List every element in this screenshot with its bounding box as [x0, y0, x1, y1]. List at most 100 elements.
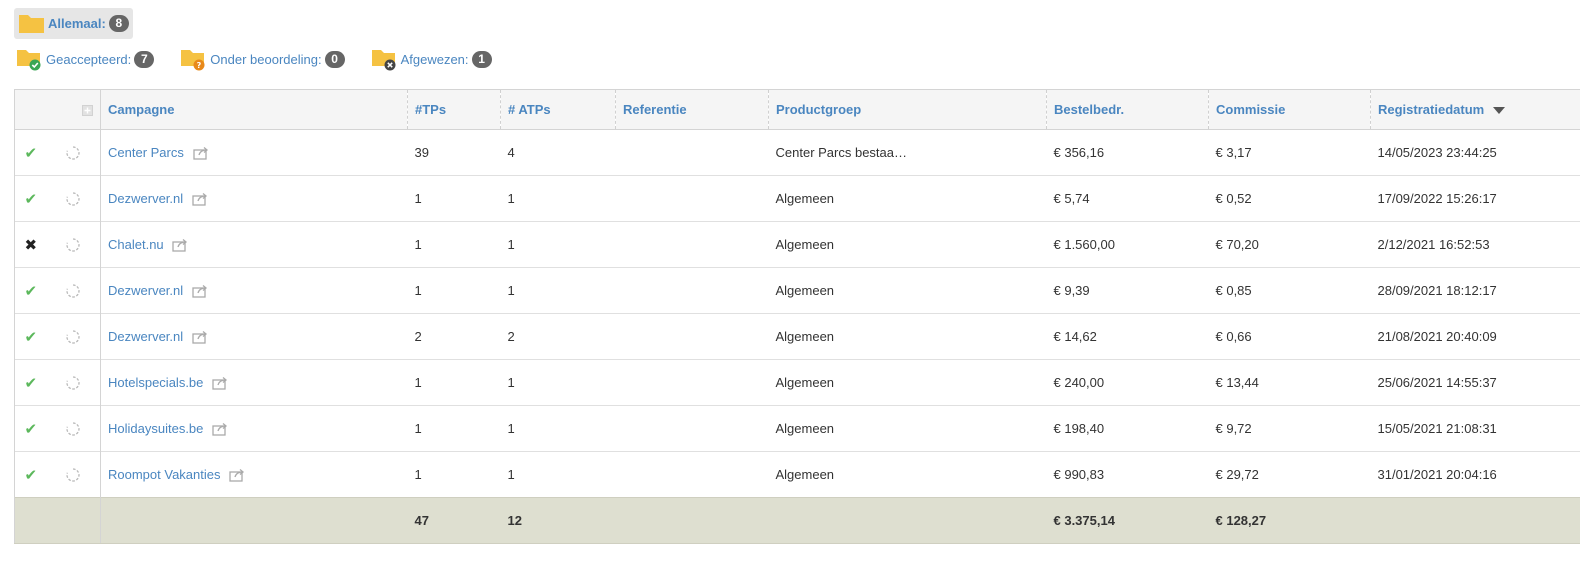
external-link-icon[interactable] [192, 284, 209, 298]
refresh-cell[interactable] [46, 451, 101, 498]
filter-under-review[interactable]: ? Onder beoordeling: 0 [178, 45, 346, 73]
col-header-regdate-label: Registratiedatum [1378, 102, 1485, 117]
commission-cell: € 0,52 [1215, 191, 1252, 206]
filter-bar-status: Geaccepteerd: 7 ? Onder beoordeling: 0 A… [14, 45, 494, 73]
col-header-reference[interactable]: Referentie [615, 89, 769, 130]
status-cell: ✖ [14, 221, 47, 268]
sort-desc-icon [1493, 107, 1506, 115]
commission-cell: € 9,72 [1215, 421, 1252, 436]
campaign-link[interactable]: Dezwerver.nl [108, 283, 183, 298]
atps-cell: 4 [507, 145, 515, 160]
campaign-link[interactable]: Dezwerver.nl [108, 329, 183, 344]
refresh-cell[interactable] [46, 405, 101, 452]
commission-cell: € 29,72 [1215, 467, 1259, 482]
refresh-icon[interactable] [65, 421, 81, 437]
campaign-link[interactable]: Center Parcs [108, 145, 184, 160]
refresh-icon[interactable] [65, 237, 81, 253]
reference-cell [616, 360, 769, 406]
table-header-row: Campagne #TPs # ATPs Referentie Productg… [14, 89, 1580, 130]
col-header-tps[interactable]: #TPs [407, 89, 501, 130]
external-link-icon[interactable] [229, 468, 246, 482]
refresh-cell[interactable] [46, 359, 101, 406]
external-link-icon[interactable] [212, 376, 229, 390]
campaign-cell: Roompot Vakanties [101, 452, 408, 498]
col-header-regdate[interactable]: Registratiedatum [1370, 89, 1580, 130]
campaign-link[interactable]: Chalet.nu [108, 237, 164, 252]
expand-all-header[interactable] [46, 89, 101, 130]
table-row: ✔ Center Parcs 39 4 Center Parcs bestaa…… [14, 129, 1580, 176]
regdate-cell: 25/06/2021 14:55:37 [1377, 375, 1497, 390]
campaign-cell: Chalet.nu [101, 222, 408, 268]
external-link-icon[interactable] [212, 422, 229, 436]
col-header-atps[interactable]: # ATPs [500, 89, 616, 130]
tps-cell: 1 [414, 421, 422, 436]
filter-review-count: 0 [324, 50, 345, 68]
table-row: ✔ Hotelspecials.be 1 1 Algemeen € 240,00… [14, 359, 1580, 406]
cross-icon: ✖ [24, 236, 38, 254]
campaign-link[interactable]: Roompot Vakanties [108, 467, 221, 482]
filter-rejected-count: 1 [471, 50, 492, 68]
filter-bar-primary: Allemaal: 8 [14, 8, 133, 39]
refresh-cell[interactable] [46, 175, 101, 222]
order-amount-cell: € 240,00 [1053, 375, 1105, 390]
external-link-icon[interactable] [192, 330, 209, 344]
table-row: ✔ Roompot Vakanties 1 1 Algemeen € 990,8… [14, 451, 1580, 498]
campaign-cell: Dezwerver.nl [101, 268, 408, 314]
refresh-icon[interactable] [65, 283, 81, 299]
filter-all-label: Allemaal: [48, 16, 106, 31]
order-amount-cell: € 14,62 [1053, 329, 1097, 344]
col-header-productgroup[interactable]: Productgroep [768, 89, 1047, 130]
refresh-icon[interactable] [65, 329, 81, 345]
tps-cell: 39 [414, 145, 429, 160]
reference-cell [616, 406, 769, 452]
campaign-link[interactable]: Holidaysuites.be [108, 421, 203, 436]
commission-cell: € 0,85 [1215, 283, 1252, 298]
productgroup-cell: Algemeen [775, 329, 835, 344]
folder-accepted-icon [16, 47, 43, 71]
filter-accepted[interactable]: Geaccepteerd: 7 [14, 45, 156, 73]
refresh-cell[interactable] [46, 221, 101, 268]
refresh-cell[interactable] [46, 313, 101, 360]
regdate-cell: 14/05/2023 23:44:25 [1377, 145, 1497, 160]
refresh-cell[interactable] [46, 267, 101, 314]
order-amount-cell: € 5,74 [1053, 191, 1090, 206]
commission-cell: € 3,17 [1215, 145, 1252, 160]
filter-rejected[interactable]: Afgewezen: 1 [369, 45, 494, 73]
refresh-icon[interactable] [65, 191, 81, 207]
col-header-campaign[interactable]: Campagne [100, 89, 408, 130]
campaign-link[interactable]: Hotelspecials.be [108, 375, 203, 390]
external-link-icon[interactable] [192, 146, 210, 160]
tps-cell: 1 [414, 237, 422, 252]
regdate-cell: 21/08/2021 20:40:09 [1377, 329, 1497, 344]
check-icon: ✔ [24, 374, 38, 392]
atps-cell: 1 [507, 237, 515, 252]
refresh-icon[interactable] [65, 375, 81, 391]
col-header-commission[interactable]: Commissie [1208, 89, 1371, 130]
tps-cell: 2 [414, 329, 422, 344]
campaign-cell: Dezwerver.nl [101, 314, 408, 360]
order-amount-cell: € 356,16 [1053, 145, 1105, 160]
check-icon: ✔ [24, 328, 38, 346]
external-link-icon[interactable] [192, 192, 209, 206]
productgroup-cell: Algemeen [775, 283, 835, 298]
status-cell: ✔ [14, 267, 47, 314]
campaign-cell: Holidaysuites.be [101, 406, 408, 452]
order-amount-cell: € 1.560,00 [1053, 237, 1115, 252]
expand-all-icon[interactable] [82, 105, 93, 117]
refresh-icon[interactable] [65, 145, 81, 161]
campaign-link[interactable]: Dezwerver.nl [108, 191, 183, 206]
refresh-cell[interactable] [46, 129, 101, 176]
filter-all[interactable]: Allemaal: 8 [14, 8, 133, 39]
status-cell: ✔ [14, 451, 47, 498]
total-commission: € 128,27 [1208, 497, 1371, 544]
reference-cell [616, 222, 769, 268]
tps-cell: 1 [414, 375, 422, 390]
atps-cell: 1 [507, 283, 515, 298]
external-link-icon[interactable] [172, 238, 189, 252]
col-header-order-amount[interactable]: Bestelbedr. [1046, 89, 1209, 130]
reference-cell [616, 176, 769, 222]
refresh-icon[interactable] [65, 467, 81, 483]
commission-cell: € 0,66 [1215, 329, 1252, 344]
order-amount-cell: € 9,39 [1053, 283, 1090, 298]
tps-cell: 1 [414, 467, 422, 482]
